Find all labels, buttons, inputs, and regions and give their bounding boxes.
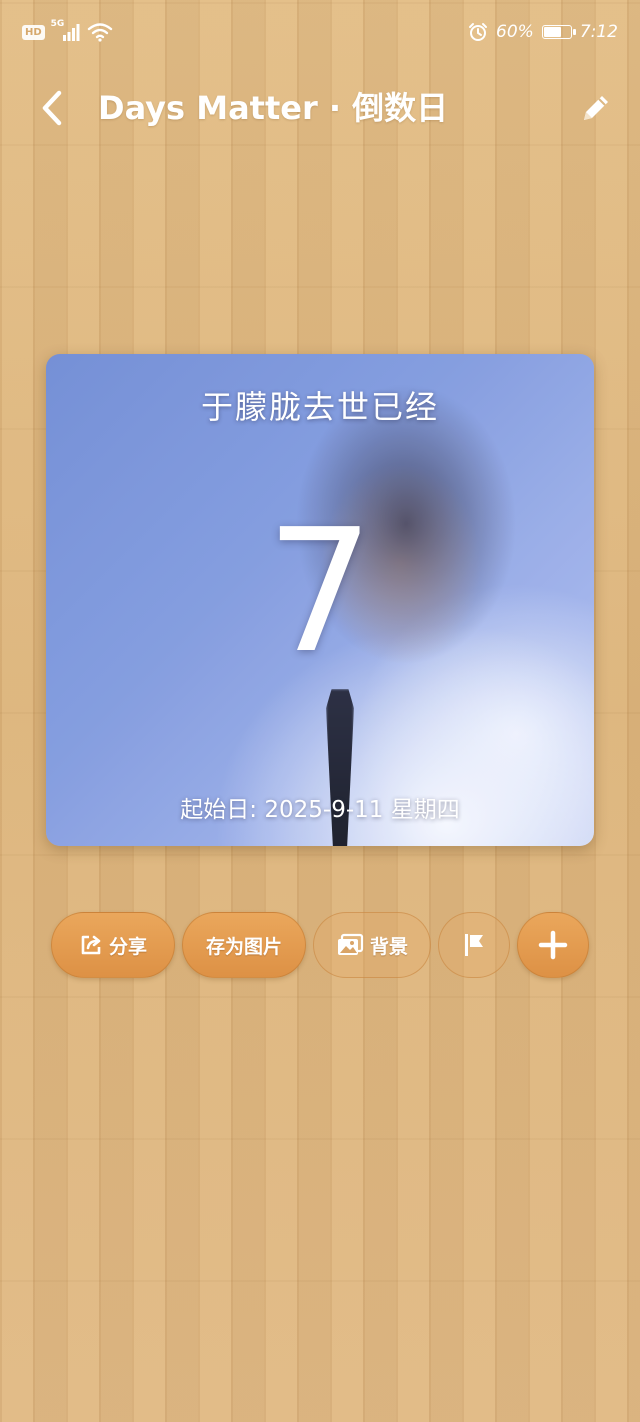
hd-badge: HD xyxy=(22,24,45,40)
flag-button[interactable] xyxy=(438,912,510,978)
background-label: 背景 xyxy=(369,935,408,958)
flag-icon xyxy=(460,931,488,959)
battery-icon xyxy=(541,25,576,39)
clock-time: 7:12 xyxy=(579,22,618,42)
event-title: 于朦胧去世已经 xyxy=(200,388,439,426)
share-label: 分享 xyxy=(108,935,147,958)
share-button[interactable]: 分享 xyxy=(51,912,175,978)
save-image-button[interactable]: 存为图片 xyxy=(182,912,306,978)
plus-icon xyxy=(538,930,568,960)
pencil-icon xyxy=(579,91,613,125)
chevron-left-icon xyxy=(40,90,64,126)
status-left: HD 5G xyxy=(22,19,113,42)
page-title: Days Matter · 倒数日 xyxy=(98,89,449,127)
app-header: Days Matter · 倒数日 xyxy=(0,72,640,144)
share-icon xyxy=(79,933,103,957)
save-image-label: 存为图片 xyxy=(205,935,282,958)
edit-button[interactable] xyxy=(574,86,618,130)
battery-fill xyxy=(543,27,561,37)
battery-percent: 60% xyxy=(496,22,534,42)
action-bar: 分享 存为图片 背景 xyxy=(0,912,640,978)
background-button[interactable]: 背景 xyxy=(313,912,431,978)
signal-icon: 5G xyxy=(51,19,81,41)
back-button[interactable] xyxy=(30,86,74,130)
event-card[interactable]: 于朦胧去世已经 7 起始日: 2025-9-11 星期四 xyxy=(46,354,594,846)
wifi-icon xyxy=(87,22,113,42)
status-right: 60% 7:12 xyxy=(468,22,618,42)
image-icon xyxy=(336,933,364,957)
status-bar: HD 5G 60% 7:12 xyxy=(0,0,640,70)
start-date: 起始日: 2025-9-11 星期四 xyxy=(180,797,460,823)
add-button[interactable] xyxy=(517,912,589,978)
alarm-icon xyxy=(468,22,488,42)
day-count: 7 xyxy=(265,493,375,691)
